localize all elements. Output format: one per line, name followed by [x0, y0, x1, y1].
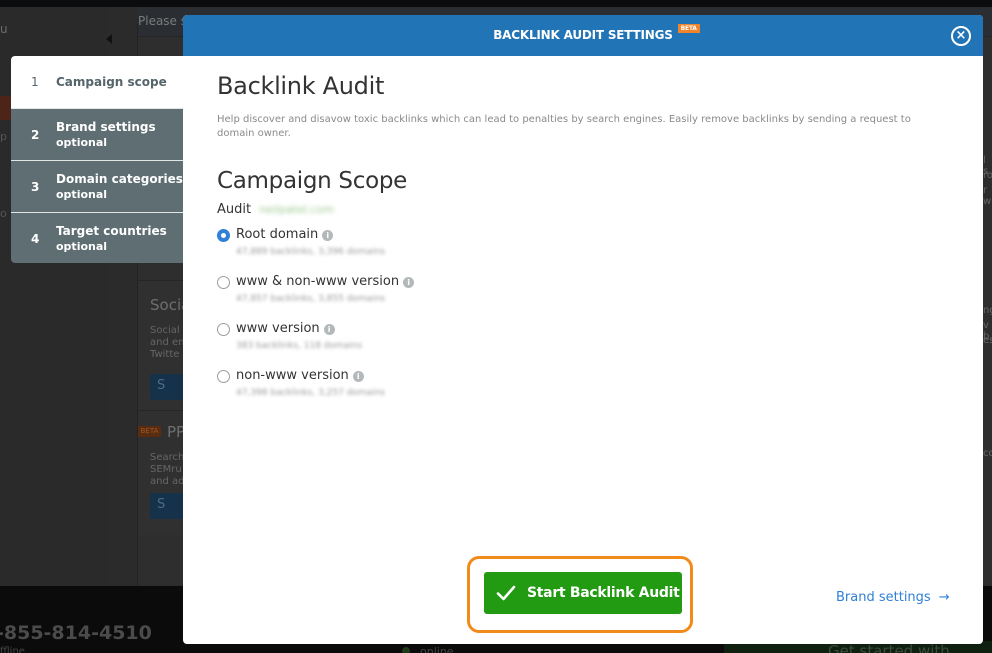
radio-non-www[interactable] [217, 370, 230, 383]
audit-target: Audit neilpatel.com [217, 202, 949, 217]
background-fragment: co [983, 448, 992, 459]
background-fragment: ng [983, 305, 992, 316]
option-stats: 383 backlinks, 118 domains [236, 341, 363, 351]
backlink-audit-settings-modal: BACKLINK AUDIT SETTINGS BETA × Backlink … [183, 15, 983, 644]
checkmark-icon [496, 585, 516, 601]
step-label: Domain categories [56, 171, 183, 186]
page-heading: Backlink Audit [217, 72, 385, 100]
section-heading: Campaign Scope [217, 168, 407, 194]
wizard-step-brand-settings[interactable]: 2 Brand settings optional [11, 108, 184, 160]
wizard-step-campaign-scope[interactable]: 1 Campaign scope [11, 56, 184, 108]
step-number: 2 [31, 127, 40, 142]
background-fragment: es [983, 335, 992, 346]
modal-header: BACKLINK AUDIT SETTINGS BETA × [183, 15, 983, 56]
option-label: www & non-www version [236, 274, 400, 289]
scope-option-www[interactable]: www version i 383 backlinks, 118 domains [217, 321, 949, 358]
scope-option-non-www[interactable]: non-www version i 47,398 backlinks, 3,257… [217, 368, 949, 405]
option-stats: 47,857 backlinks, 3,855 domains [236, 294, 386, 304]
step-label: Brand settings [56, 119, 156, 134]
footer-offline-status: ffline [0, 646, 25, 653]
radio-www[interactable] [217, 323, 230, 336]
start-button-label: Start Backlink Audit [527, 585, 680, 601]
option-label: Root domain [236, 227, 319, 242]
wizard-step-domain-categories[interactable]: 3 Domain categories optional [11, 160, 184, 212]
background-fragment: r w [983, 185, 992, 207]
info-icon[interactable]: i [322, 230, 334, 241]
background-sidebar-text: o [0, 207, 7, 220]
background-beta-badge: BETA [138, 426, 161, 437]
modal-body: Backlink Audit Help discover and disavow… [183, 56, 983, 405]
info-icon[interactable]: i [352, 371, 364, 382]
option-label: www version [236, 321, 320, 336]
modal-title: BACKLINK AUDIT SETTINGS [493, 28, 673, 42]
background-sidebar-text: p [0, 130, 7, 143]
next-step-brand-settings-link[interactable]: Brand settings → [836, 590, 950, 605]
background-card-desc: Search SEMru and ad [150, 452, 185, 487]
option-label: non-www version [236, 368, 349, 383]
background-card-desc: Social and en Twitte [150, 325, 185, 360]
step-number: 4 [31, 231, 40, 246]
scope-option-www-and-non-www[interactable]: www & non-www version i 47,857 backlinks,… [217, 274, 949, 311]
footer-online-status: online [420, 645, 454, 653]
wizard-step-target-countries[interactable]: 4 Target countries optional [11, 212, 184, 263]
beta-badge: BETA [677, 24, 700, 33]
app-top-bar [0, 0, 992, 7]
radio-root-domain[interactable] [217, 229, 230, 242]
info-icon[interactable]: i [323, 324, 335, 335]
option-stats: 47,398 backlinks, 3,257 domains [236, 388, 386, 398]
step-number: 1 [31, 75, 39, 89]
scope-option-root-domain[interactable]: Root domain i 47,889 backlinks, 3,396 dom… [217, 227, 949, 264]
start-backlink-audit-button[interactable]: Start Backlink Audit [484, 572, 682, 614]
step-label: Campaign scope [56, 75, 167, 89]
step-optional-label: optional [56, 135, 108, 149]
arrow-right-icon: → [938, 590, 950, 605]
collapse-arrow-icon [106, 34, 112, 44]
background-sidebar-text: u [0, 22, 8, 36]
close-icon: × [955, 28, 967, 43]
audit-label: Audit [217, 202, 252, 217]
step-number: 3 [31, 179, 40, 194]
option-stats: 47,889 backlinks, 3,396 domains [236, 247, 386, 257]
footer-phone: -855-814-4510 [0, 622, 152, 644]
step-optional-label: optional [56, 187, 108, 201]
tool-description: Help discover and disavow toxic backlink… [217, 114, 911, 139]
audit-domain: neilpatel.com [259, 203, 334, 216]
background-notice-text: Please s [138, 14, 188, 28]
online-status-dot-icon [402, 647, 410, 653]
radio-www-and-non-www[interactable] [217, 276, 230, 289]
modal-title-wrap: BACKLINK AUDIT SETTINGS BETA [183, 24, 983, 42]
step-label: Target countries [56, 223, 167, 238]
close-button[interactable]: × [951, 26, 971, 46]
next-link-label: Brand settings [836, 590, 931, 605]
step-optional-label: optional [56, 239, 108, 253]
background-fragment: ro [983, 170, 992, 181]
info-icon[interactable]: i [403, 277, 415, 288]
wizard-steps: 1 Campaign scope 2 Brand settings option… [11, 56, 184, 263]
